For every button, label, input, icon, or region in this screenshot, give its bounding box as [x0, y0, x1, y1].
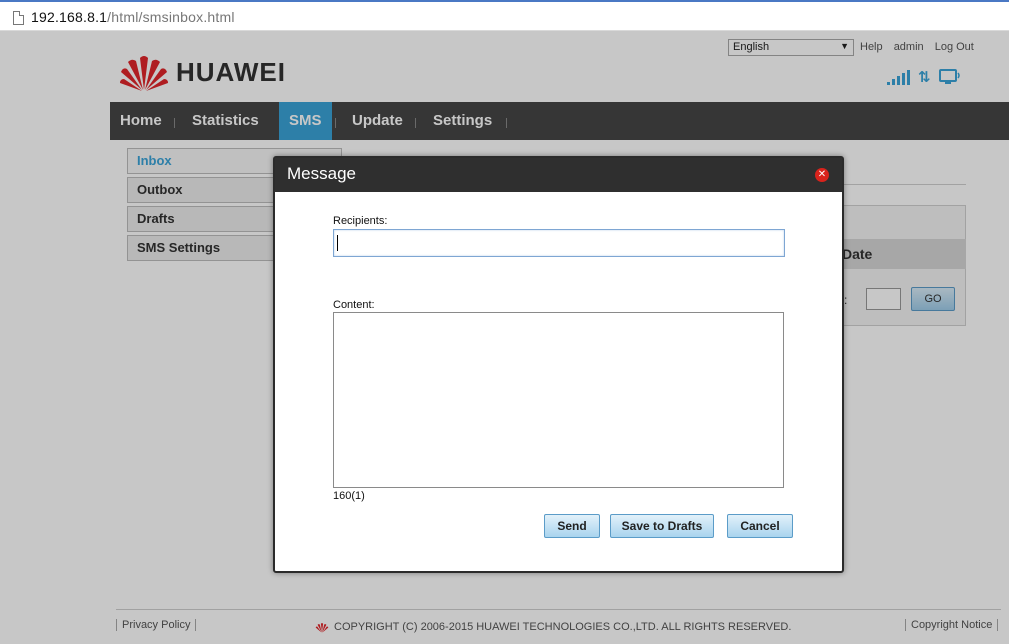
recipients-input[interactable] — [333, 229, 785, 257]
message-dialog: Message ✕ Recipients: Content: 160(1) Se… — [273, 156, 844, 573]
url-text[interactable]: 192.168.8.1/html/smsinbox.html — [31, 9, 235, 25]
browser-address-bar[interactable]: 192.168.8.1/html/smsinbox.html — [0, 0, 1009, 31]
dialog-title: Message — [287, 164, 356, 183]
browser-top-line — [0, 0, 1009, 2]
recipients-label: Recipients: — [333, 215, 388, 227]
content-label: Content: — [333, 299, 375, 311]
save-to-drafts-button[interactable]: Save to Drafts — [610, 514, 714, 538]
close-icon[interactable]: ✕ — [815, 168, 829, 182]
page-icon — [13, 11, 24, 25]
dialog-header: Message ✕ — [275, 158, 842, 192]
url-host: 192.168.8.1 — [31, 9, 108, 25]
content-textarea[interactable] — [333, 312, 784, 488]
cancel-button[interactable]: Cancel — [727, 514, 793, 538]
send-button[interactable]: Send — [544, 514, 600, 538]
character-counter: 160(1) — [333, 490, 365, 502]
url-path: /html/smsinbox.html — [107, 9, 235, 25]
